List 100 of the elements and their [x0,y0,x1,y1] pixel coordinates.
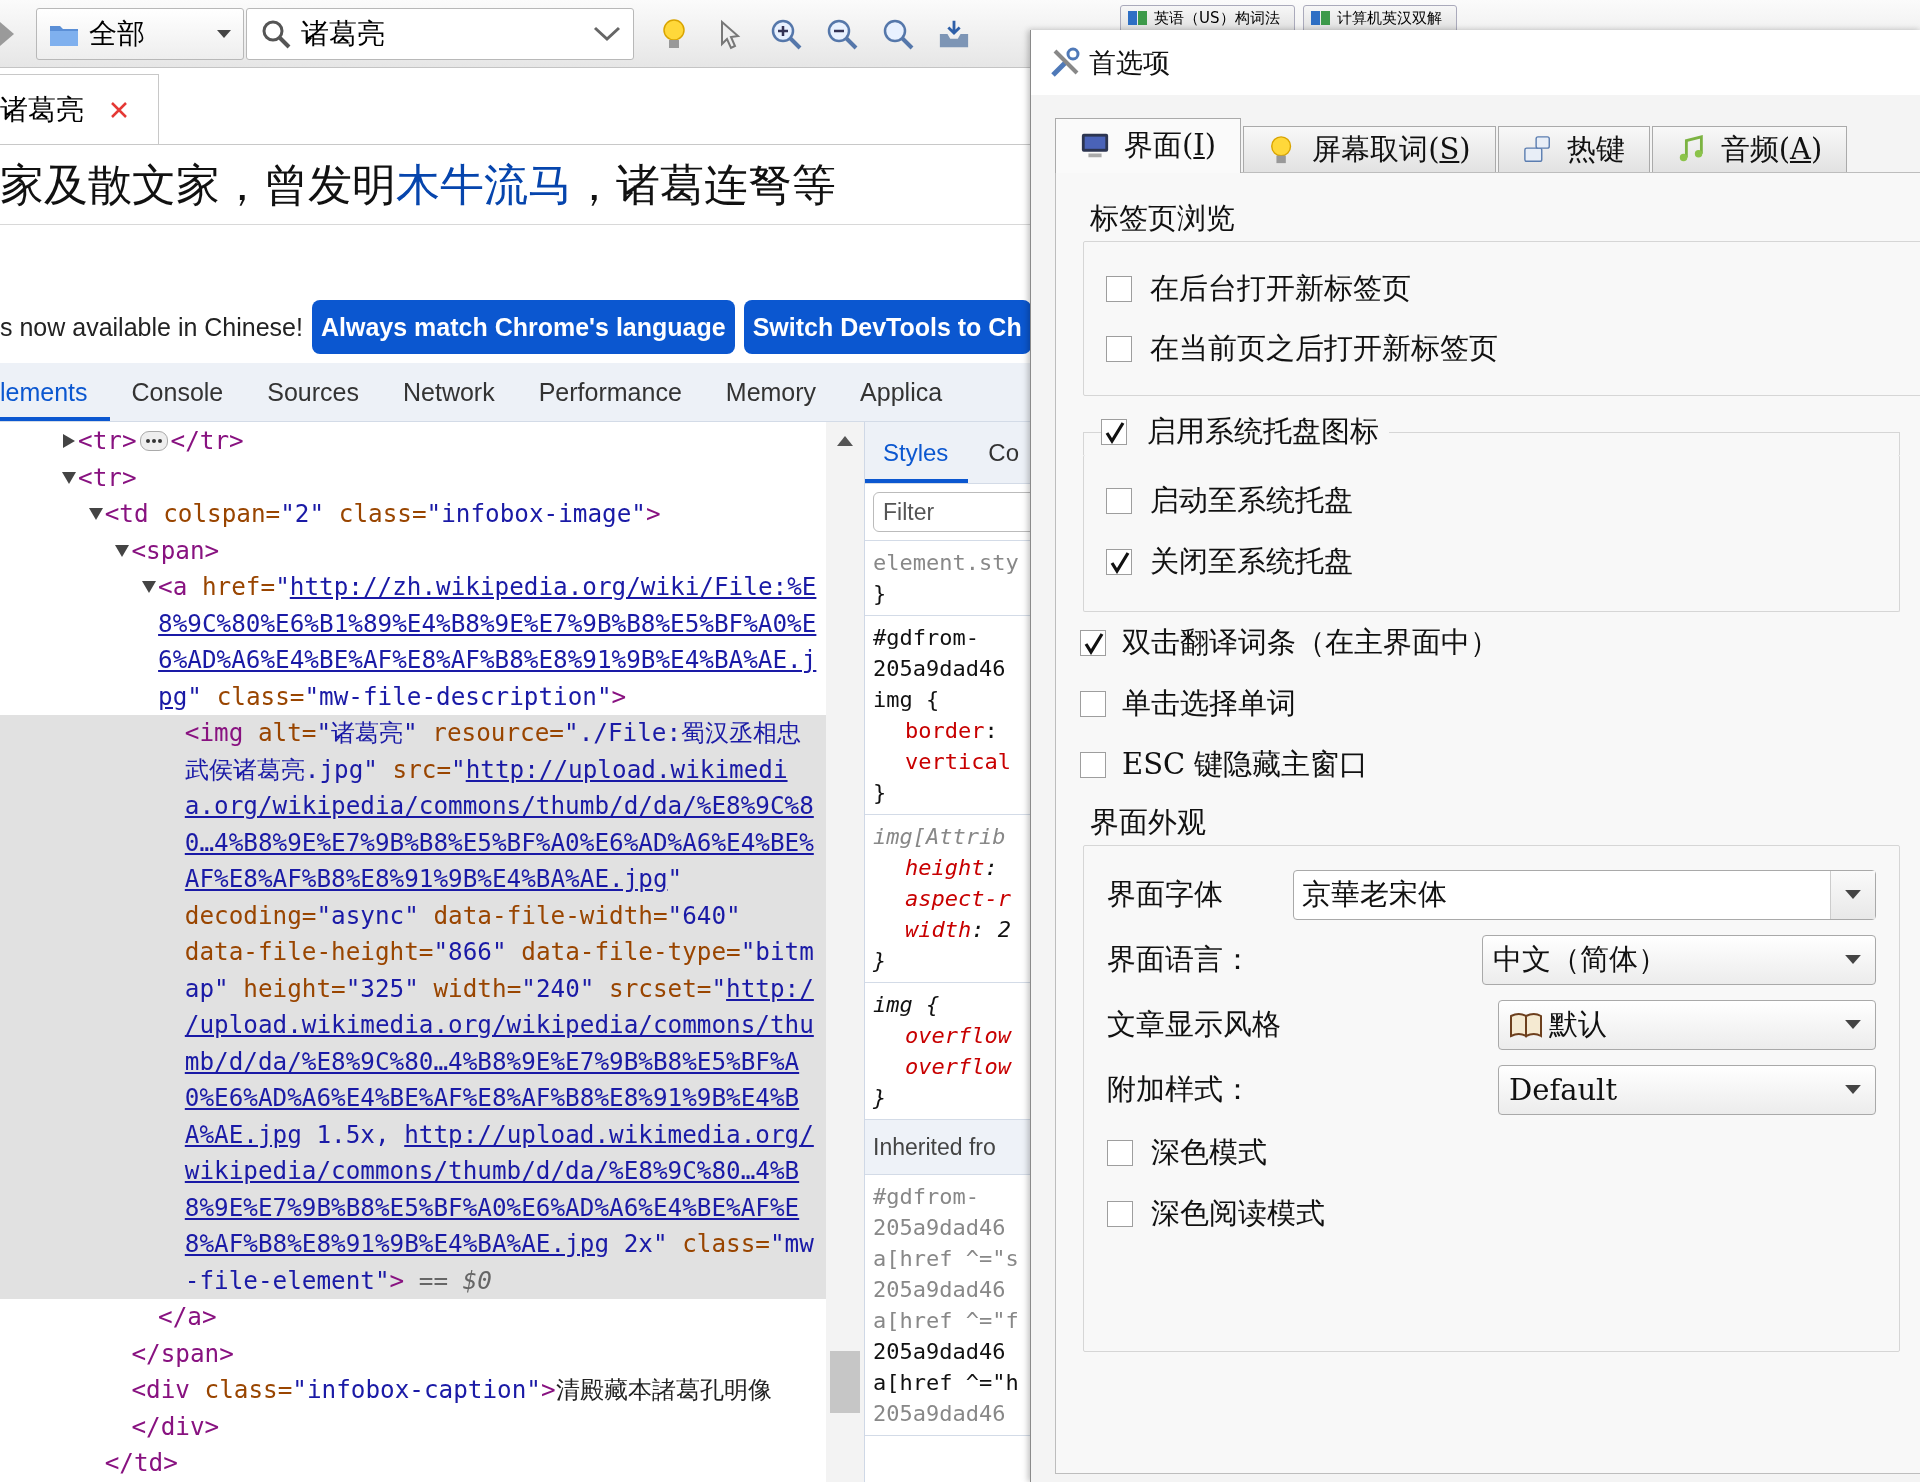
scope-dropdown[interactable]: 全部 [36,7,244,60]
url-link[interactable]: mb/d/da/%E8%9C%80…4%B8%9E%E7%9B%B8%E5%BF%A [184,1043,800,1080]
devtools-tab[interactable]: Memory [703,363,839,421]
code-line: <img alt="诸葛亮" resource="./File:蜀汉丞相忠 [183,717,803,749]
checkbox[interactable] [1080,690,1106,717]
devtools-tab[interactable]: Sources [245,363,381,421]
styles-tab[interactable]: Co [968,422,1030,483]
code-line: <tr> [0,459,826,496]
url-link[interactable]: pg [158,678,188,715]
combo-field[interactable]: 京華老宋体 [1293,869,1876,920]
scroll-up-icon[interactable] [837,436,853,446]
back-icon[interactable] [0,21,14,46]
code-line: pg" class="mw-file-description"> [0,678,826,715]
triangle-icon[interactable] [140,580,159,595]
url-link[interactable]: http://zh.wikipedia.org/wiki/File:%E [289,569,817,606]
checkbox-label[interactable]: ESC 键隐藏主窗口 [1122,744,1369,785]
scrollbar-thumb[interactable] [830,1351,860,1413]
devtools-tab[interactable]: Performance [516,363,704,421]
devtools-tab[interactable]: Applica [838,363,965,421]
code-line: ap" height="325" width="240" srcset="http:/ [0,970,826,1007]
url-link[interactable]: 0%E6%AD%A6%E4%BE%AF%E8%AF%B8%E8%91%9B%E4%B [184,1080,800,1117]
checkbox[interactable] [1106,336,1132,362]
devtools-tab[interactable]: lements [0,363,110,421]
dropdown[interactable]: 默认 [1498,999,1876,1050]
checkbox[interactable] [1106,276,1132,302]
checkbox[interactable] [1106,487,1132,514]
book-icon [1309,9,1331,27]
checkbox-label[interactable]: 在后台打开新标签页 [1150,269,1411,309]
scrollbar[interactable] [826,422,864,1482]
tab[interactable]: 音频(A) [1651,126,1848,172]
css-line: element.sty [873,549,1020,577]
url-link[interactable]: http://upload.wikimedi [465,751,788,788]
url-link[interactable]: /upload.wikimedia.org/wikipedia/commons/thu [184,1007,814,1044]
field-label: 界面语言： [1107,940,1253,978]
field-label: 文章显示风格 [1107,1005,1282,1043]
dropdown[interactable]: Default [1498,1064,1876,1115]
tab[interactable]: 屏幕取词(S) [1243,126,1496,172]
css-line: img { [873,686,941,714]
css-line: 205a9dad46 [873,655,1007,683]
zoom-out-icon[interactable] [826,17,858,50]
css-line: a[href ^="s [873,1245,1020,1273]
styles-tab[interactable]: Styles [865,422,969,483]
url-link[interactable]: 8%9C%80%E6%B1%89%E4%B8%9E%E7%9B%B8%E5%BF%A0%E [158,605,817,642]
url-link[interactable]: a.org/wikipedia/commons/thumb/d/da/%E8%9C%8 [184,788,814,825]
url-link[interactable]: A%AE.jpg [184,1116,302,1153]
url-link[interactable]: 8%AF%B8%E8%91%9B%E4%BA%AE.jpg [184,1226,609,1263]
page-tab[interactable]: 诸葛亮 [0,74,159,144]
css-line: overflow [904,1022,1013,1050]
url-link[interactable]: 6%AD%A6%E4%BE%AF%E8%AF%B8%E8%91%9B%E4%BA%AE.j [158,642,817,679]
checkbox-label[interactable]: 在当前页之后打开新标签页 [1150,329,1498,369]
checkbox[interactable] [1107,1139,1133,1166]
css-line: a[href ^="f [873,1307,1020,1335]
checkbox[interactable] [1080,751,1106,778]
banner-button[interactable]: Always match Chrome's language [311,300,735,354]
chevron-icon [593,25,621,42]
devtools-tab[interactable]: Network [381,363,517,421]
tab[interactable]: 热键 [1497,126,1650,172]
dropdown[interactable]: 中文（简体） [1482,934,1876,985]
search-field[interactable]: 诸葛亮 [246,7,634,60]
checkbox[interactable] [1080,629,1106,656]
checkbox-label[interactable]: 关闭至系统托盘 [1150,541,1353,582]
section-heading: 标签页浏览 [1090,200,1236,237]
code-line: <div class="infobox-caption">清殿藏本諸葛孔明像 [130,1374,773,1406]
zoom-in-icon[interactable] [770,17,802,50]
dictionary-tab[interactable]: 英语（US）构词法 [1120,5,1295,31]
checkbox[interactable] [1106,548,1132,575]
code-line: -file-element"> == $0 [183,1264,493,1297]
ellipsis-button[interactable] [139,431,168,452]
url-link[interactable]: http:/ [726,970,814,1007]
close-icon[interactable] [110,100,128,119]
url-link[interactable]: http://upload.wikimedia.org/ [404,1116,814,1153]
triangle-icon[interactable] [113,543,132,558]
banner-button[interactable]: Switch DevTools to Ch [743,300,1030,354]
devtools-tab[interactable]: Console [109,363,246,421]
checkbox-label[interactable]: 单击选择单词 [1122,683,1296,724]
filter-field[interactable]: Filter [873,492,1030,532]
url-link[interactable]: AF%E8%AF%B8%E8%91%9B%E4%BA%AE.jpg [184,861,668,898]
url-link[interactable]: wikipedia/commons/thumb/d/da/%E8%9C%80…4%B [184,1153,800,1190]
css-line: a[href ^="h [873,1369,1020,1397]
text-link[interactable]: 木牛流马 [396,159,572,210]
book-icon [1127,9,1148,27]
css-line: border: [904,717,999,745]
checkbox-label[interactable]: 深色阅读模式 [1151,1193,1325,1234]
triangle-icon[interactable] [86,507,105,522]
checkbox-label[interactable]: 启动至系统托盘 [1150,480,1353,521]
css-line: 205a9dad46 [873,1276,1007,1304]
checkbox[interactable] [1101,419,1127,445]
checkbox-label[interactable]: 深色模式 [1151,1132,1267,1173]
url-link[interactable]: 0…4%B8%9E%E7%9B%B8%E5%BF%A0%E6%AD%A6%E4%BE% [184,824,814,861]
checkbox-label[interactable]: 双击翻译词条（在主界面中） [1122,622,1499,663]
tab[interactable]: 界面(I) [1055,118,1242,173]
checkbox[interactable] [1107,1200,1133,1227]
selected-node-highlight[interactable] [0,715,826,1299]
checkbox-label[interactable]: 启用系统托盘图标 [1147,412,1379,452]
triangle-icon[interactable] [60,470,78,485]
triangle-icon[interactable] [62,432,76,451]
css-line: img { [873,991,941,1019]
url-link[interactable]: 8%9E%E7%9B%B8%E5%BF%A0%E6%AD%A6%E4%BE%AF%E [184,1189,800,1226]
dictionary-tab[interactable]: 计算机英汉双解 [1302,5,1457,31]
search-icon[interactable] [882,17,914,50]
